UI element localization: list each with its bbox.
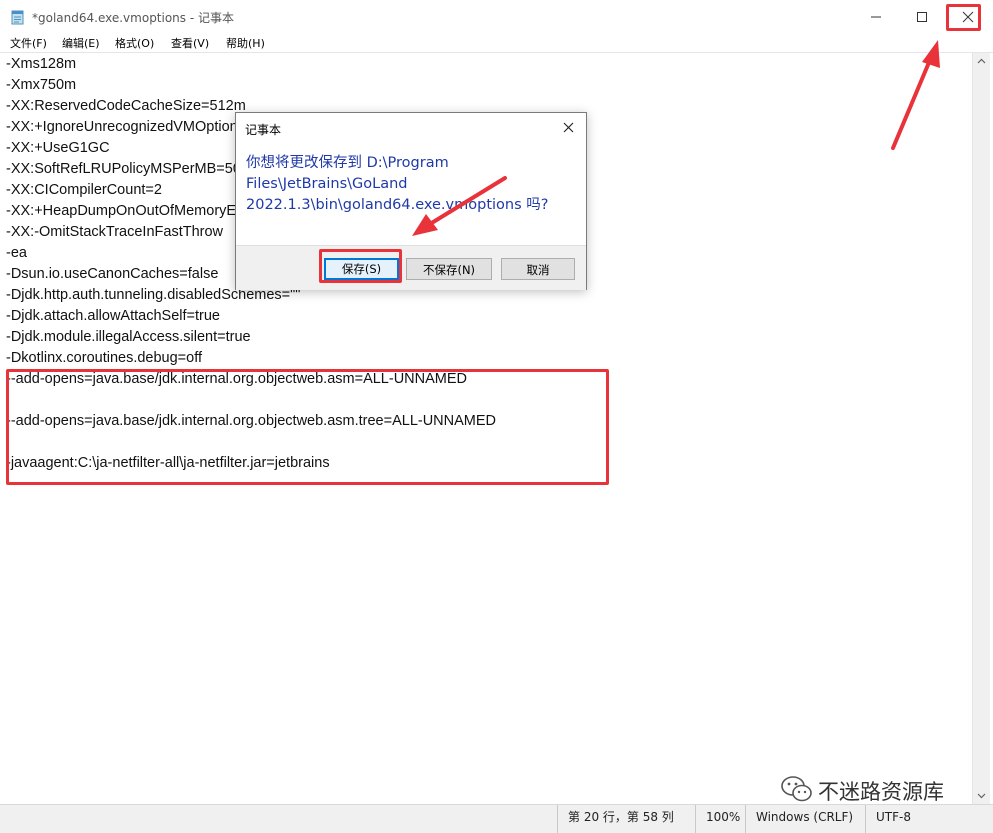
editor-line: -Xms128m: [6, 56, 77, 72]
editor-line: -XX:+UseG1GC: [6, 140, 110, 156]
editor-line: -Dkotlinx.coroutines.debug=off: [6, 350, 203, 366]
watermark: 不迷路资源库: [780, 774, 980, 804]
maximize-icon: [917, 12, 927, 22]
dialog-title: 记事本: [245, 123, 282, 137]
dialog-message-line: 2022.1.3\bin\goland64.exe.vmoptions 吗?: [246, 197, 549, 213]
vertical-scrollbar[interactable]: [972, 53, 990, 804]
title-bar[interactable]: *goland64.exe.vmoptions - 记事本: [0, 0, 993, 34]
menu-view[interactable]: 查看(V): [171, 35, 209, 51]
dialog-close-button[interactable]: [558, 117, 580, 139]
editor-line: -XX:ReservedCodeCacheSize=512m: [6, 98, 246, 114]
close-icon: [563, 122, 574, 133]
menu-edit[interactable]: 编辑(E): [62, 35, 100, 51]
dialog-message-line: Files\JetBrains\GoLand: [246, 176, 408, 192]
status-zoom: 100%: [695, 805, 746, 833]
menu-file[interactable]: 文件(F): [10, 35, 47, 51]
status-encoding: UTF-8: [865, 805, 976, 833]
close-icon: [962, 11, 974, 23]
watermark-text: 不迷路资源库: [818, 780, 944, 804]
notepad-icon: [11, 10, 24, 25]
minimize-icon: [871, 16, 881, 18]
save-dialog: 记事本 你想将更改保存到 D:\Program Files\JetBrains\…: [235, 112, 587, 290]
dialog-footer: 保存(S) 不保存(N) 取消: [236, 245, 586, 290]
editor-line: -ea: [6, 245, 27, 261]
menu-help[interactable]: 帮助(H): [226, 35, 265, 51]
scroll-up-icon[interactable]: [977, 58, 986, 64]
wechat-icon: [781, 776, 812, 802]
editor-line: --add-opens=java.base/jdk.internal.org.o…: [6, 371, 468, 387]
dialog-message-line: 你想将更改保存到 D:\Program: [246, 155, 449, 171]
save-button[interactable]: 保存(S): [324, 258, 399, 280]
editor-line: --add-opens=java.base/jdk.internal.org.o…: [6, 413, 497, 429]
status-position: 第 20 行，第 58 列: [557, 805, 696, 833]
editor-line: -XX:+HeapDumpOnOutOfMemoryError: [6, 203, 259, 219]
editor-line: -XX:+IgnoreUnrecognizedVMOptions: [6, 119, 245, 135]
menu-format[interactable]: 格式(O): [115, 35, 154, 51]
close-button[interactable]: [947, 0, 993, 34]
status-bar: 第 20 行，第 58 列 100% Windows (CRLF) UTF-8: [0, 804, 993, 833]
editor-line: -Dsun.io.useCanonCaches=false: [6, 266, 219, 282]
dont-save-button[interactable]: 不保存(N): [406, 258, 492, 280]
editor-line: -Djdk.attach.allowAttachSelf=true: [6, 308, 220, 324]
editor-line: -javaagent:C:\ja-netfilter-all\ja-netfil…: [6, 455, 330, 471]
menu-bar: 文件(F) 编辑(E) 格式(O) 查看(V) 帮助(H): [0, 34, 993, 52]
cancel-button[interactable]: 取消: [501, 258, 575, 280]
editor-line: -Xmx750m: [6, 77, 77, 93]
window-title: *goland64.exe.vmoptions - 记事本: [32, 11, 235, 25]
minimize-button[interactable]: [855, 0, 901, 34]
editor-line: -XX:-OmitStackTraceInFastThrow: [6, 224, 224, 240]
dialog-message: 你想将更改保存到 D:\Program Files\JetBrains\GoLa…: [246, 153, 576, 216]
editor-line: -Djdk.module.illegalAccess.silent=true: [6, 329, 251, 345]
status-line-ending: Windows (CRLF): [745, 805, 866, 833]
editor-line: -XX:SoftRefLRUPolicyMSPerMB=50: [6, 161, 241, 177]
maximize-button[interactable]: [901, 0, 947, 34]
editor-line: -XX:CICompilerCount=2: [6, 182, 162, 198]
